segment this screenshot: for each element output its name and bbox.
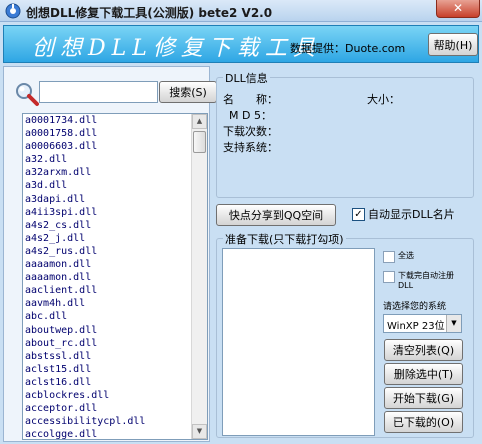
list-item[interactable]: aclst16.dll <box>23 376 207 389</box>
list-item[interactable]: aaaamon.dll <box>23 258 207 271</box>
list-item[interactable]: a4s2_rus.dll <box>23 245 207 258</box>
list-item[interactable]: aboutwep.dll <box>23 324 207 337</box>
list-item[interactable]: aaaamon.dll <box>23 271 207 284</box>
data-source-text: 数据提供：Duote.com <box>290 42 406 55</box>
list-item[interactable]: acceptor.dll <box>23 402 207 415</box>
file-list-scrollbar[interactable]: ▲ ▼ <box>191 114 207 439</box>
help-button[interactable]: 帮助(H) <box>428 33 478 56</box>
search-button[interactable]: 搜索(S) <box>159 81 217 103</box>
name-label: 名 称： <box>223 93 278 106</box>
md5-label: M D 5： <box>229 109 272 122</box>
close-icon: ✕ <box>452 1 464 15</box>
file-list-rows: a0001734.dll a0001758.dll a0006603.dll a32.… <box>23 114 207 439</box>
list-item[interactable]: a0001734.dll <box>23 114 207 127</box>
select-all-label: 全选 <box>398 251 414 260</box>
scroll-down-icon[interactable]: ▼ <box>192 424 207 439</box>
auto-show-check-icon[interactable]: ✓ <box>352 207 365 221</box>
systems-label: 支持系统： <box>223 141 278 154</box>
banner-logo: 创想DLL修复下载工具 <box>32 36 321 61</box>
list-item[interactable]: a0001758.dll <box>23 127 207 140</box>
app-icon <box>5 3 21 19</box>
downloaded-button[interactable]: 已下载的(O) <box>384 411 463 433</box>
list-item[interactable]: abstssl.dll <box>23 350 207 363</box>
list-item[interactable]: a3dapi.dll <box>23 193 207 206</box>
close-button[interactable]: ✕ <box>436 0 480 18</box>
list-item[interactable]: a32arxm.dll <box>23 166 207 179</box>
clear-list-button[interactable]: 清空列表(Q) <box>384 339 463 361</box>
list-item[interactable]: aclst15.dll <box>23 363 207 376</box>
list-item[interactable]: a4s2_cs.dll <box>23 219 207 232</box>
list-item[interactable]: about_rc.dll <box>23 337 207 350</box>
list-item[interactable]: a4s2_j.dll <box>23 232 207 245</box>
system-select[interactable]: WinXP 23位 ▼ <box>383 314 462 333</box>
auto-register-checkbox[interactable]: 下载完自动注册DLL <box>383 271 463 291</box>
list-item[interactable]: aaclient.dll <box>23 284 207 297</box>
window-title: 创想DLL修复下载工具(公测版) bete2 V2.0 <box>26 6 273 20</box>
prepare-download-title: 准备下载(只下载打勾项) <box>223 231 346 247</box>
start-download-button[interactable]: 开始下载(G) <box>384 387 463 409</box>
share-qq-button[interactable]: 快点分享到QQ空间 <box>216 204 336 226</box>
list-item[interactable]: a0006603.dll <box>23 140 207 153</box>
delete-selected-button[interactable]: 删除选中(T) <box>384 363 463 385</box>
list-item[interactable]: aavm4h.dll <box>23 297 207 310</box>
dll-file-list[interactable]: a0001734.dll a0001758.dll a0006603.dll a32.… <box>22 113 208 440</box>
select-all-check[interactable] <box>383 251 395 263</box>
banner: 创想DLL修复下载工具 数据提供：Duote.com 帮助(H) <box>3 25 479 63</box>
list-item[interactable]: a3d.dll <box>23 179 207 192</box>
title-bar[interactable]: 创想DLL修复下载工具(公测版) bete2 V2.0 ✕ <box>0 0 482 22</box>
list-item[interactable]: abc.dll <box>23 310 207 323</box>
list-item[interactable]: acblockres.dll <box>23 389 207 402</box>
select-all-checkbox[interactable]: 全选 <box>383 251 414 263</box>
auto-show-label: 自动显示DLL名片 <box>368 208 455 221</box>
auto-register-check[interactable] <box>383 271 395 283</box>
list-item[interactable]: a32.dll <box>23 153 207 166</box>
search-icon <box>16 83 39 106</box>
size-label: 大小： <box>367 93 400 106</box>
auto-register-label: 下载完自动注册DLL <box>398 271 454 290</box>
system-select-label: 请选择您的系统 <box>383 302 447 312</box>
dll-info-title: DLL信息 <box>223 70 270 86</box>
scroll-thumb[interactable] <box>193 131 206 153</box>
chevron-down-icon[interactable]: ▼ <box>446 315 461 332</box>
list-item[interactable]: a4ii3spi.dll <box>23 206 207 219</box>
search-input[interactable] <box>39 81 158 103</box>
list-item[interactable]: accessibilitycpl.dll <box>23 415 207 428</box>
scroll-up-icon[interactable]: ▲ <box>192 114 207 129</box>
downloads-label: 下载次数： <box>223 125 278 138</box>
system-select-value: WinXP 23位 <box>387 321 445 332</box>
prepare-download-list[interactable] <box>222 248 375 436</box>
dll-info-group: DLL信息 名 称： 大小： M D 5： 下载次数： 支持系统： <box>216 70 474 198</box>
list-item[interactable]: accolgge.dll <box>23 428 207 439</box>
auto-show-checkbox[interactable]: ✓ 自动显示DLL名片 <box>352 206 455 222</box>
